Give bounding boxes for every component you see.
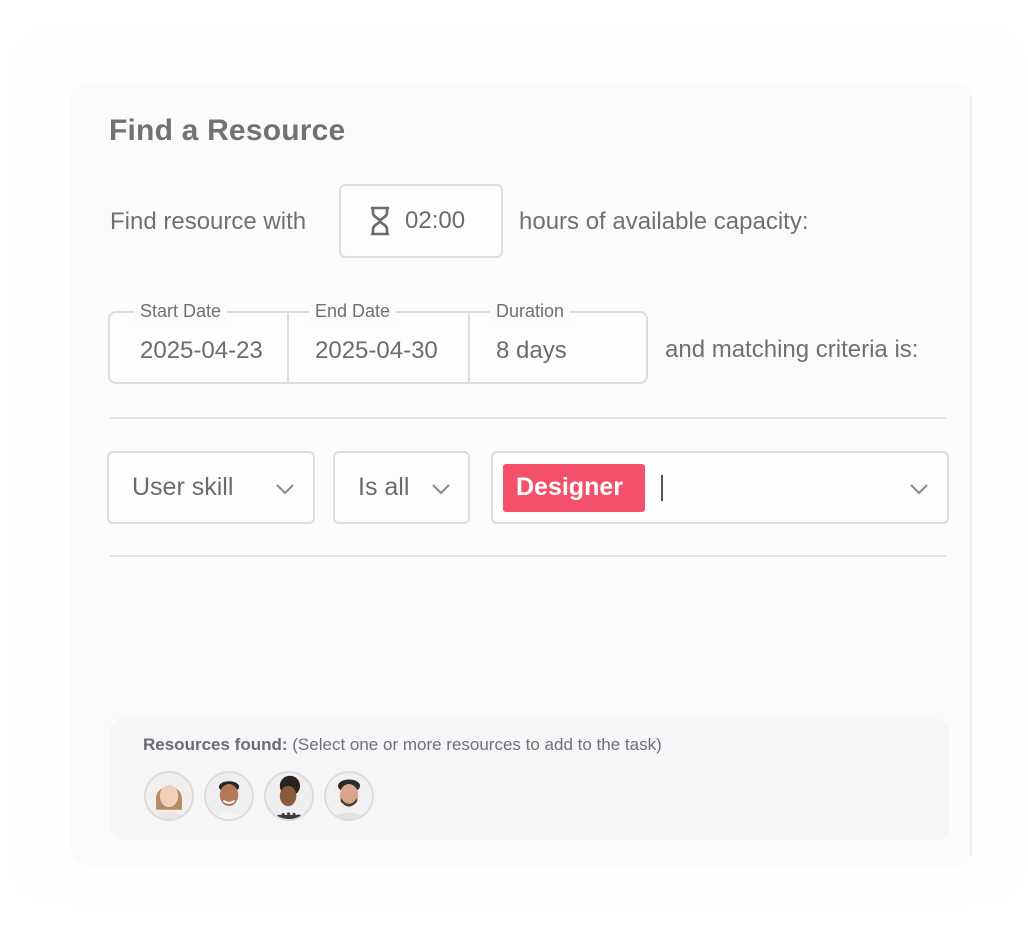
results-label-bold: Resources found: xyxy=(143,735,288,754)
avatar-man-icon xyxy=(206,773,252,819)
results-label: Resources found: (Select one or more res… xyxy=(143,735,662,755)
end-date-value: 2025-04-30 xyxy=(315,337,438,364)
results-label-hint: (Select one or more resources to add to … xyxy=(292,735,662,754)
criteria-operator-value: Is all xyxy=(358,473,410,501)
resource-avatar-1[interactable] xyxy=(144,771,194,821)
criteria-values-multiselect[interactable]: Designer xyxy=(491,451,949,524)
page-title: Find a Resource xyxy=(109,114,346,147)
criteria-field-select[interactable]: User skill xyxy=(107,451,315,524)
hours-input[interactable]: 02:00 xyxy=(339,184,503,258)
criteria-operator-select[interactable]: Is all xyxy=(333,451,470,524)
resource-avatar-4[interactable] xyxy=(324,771,374,821)
avatar-man-beard-icon xyxy=(326,773,372,819)
chevron-down-icon[interactable] xyxy=(909,483,929,495)
chevron-down-icon xyxy=(432,484,450,495)
chevron-down-icon xyxy=(276,484,294,495)
end-date-label: End Date xyxy=(309,301,397,322)
hourglass-icon xyxy=(370,206,390,236)
avatar-woman-icon xyxy=(146,773,192,819)
capacity-suffix-text: hours of available capacity: xyxy=(519,208,809,235)
duration-label: Duration xyxy=(490,301,571,322)
start-date-label: Start Date xyxy=(134,301,228,322)
hours-value: 02:00 xyxy=(405,207,466,234)
resource-avatar-2[interactable] xyxy=(204,771,254,821)
skill-tag-label: Designer xyxy=(516,473,623,501)
criteria-suffix-text: and matching criteria is: xyxy=(665,336,919,363)
criteria-field-value: User skill xyxy=(132,473,234,501)
panel-edge xyxy=(970,96,972,856)
start-date-value: 2025-04-23 xyxy=(140,337,263,364)
start-date-field[interactable]: Start Date 2025-04-23 xyxy=(110,301,289,382)
divider-top xyxy=(110,417,946,419)
results-panel: Resources found: (Select one or more res… xyxy=(111,719,949,840)
avatar-woman-curly-icon xyxy=(266,773,312,819)
duration-value: 8 days xyxy=(496,337,567,364)
divider-bottom xyxy=(110,555,946,557)
end-date-field[interactable]: End Date 2025-04-30 xyxy=(289,301,470,382)
date-range-group: Start Date 2025-04-23 End Date 2025-04-3… xyxy=(108,301,648,384)
text-cursor xyxy=(660,474,663,501)
skill-tag-designer[interactable]: Designer xyxy=(503,463,645,512)
duration-field[interactable]: Duration 8 days xyxy=(470,301,646,382)
capacity-prefix-text: Find resource with xyxy=(110,208,307,235)
resource-avatar-3[interactable] xyxy=(264,771,314,821)
